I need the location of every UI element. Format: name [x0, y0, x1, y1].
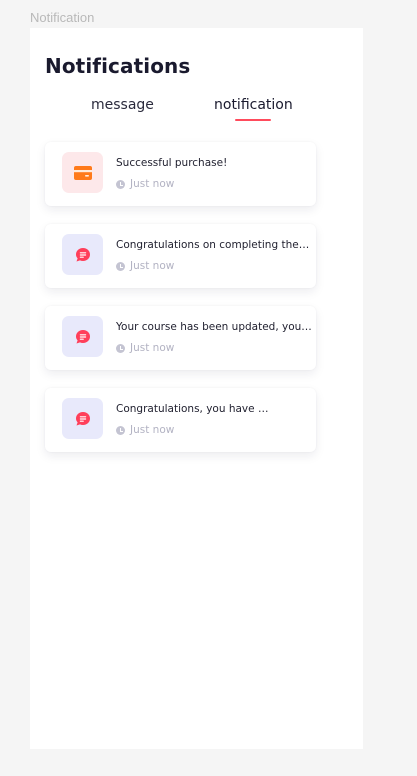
- notification-time: Just now: [116, 342, 174, 354]
- clock-icon: [116, 261, 125, 271]
- notification-time-label: Just now: [130, 424, 175, 436]
- notification-message: Successful purchase!: [116, 157, 228, 169]
- notification-time: Just now: [116, 260, 174, 272]
- tab-notification[interactable]: notification: [214, 97, 293, 113]
- notification-icon-box: [62, 398, 103, 439]
- page-title: Notifications: [45, 54, 191, 78]
- notification-item[interactable]: Your course has been updated, you … Just…: [45, 306, 316, 370]
- tab-message[interactable]: message: [91, 97, 154, 113]
- notification-message: Your course has been updated, you …: [116, 321, 312, 333]
- notifications-screen: Notifications message notification Succe…: [30, 28, 363, 749]
- notification-list: Successful purchase! Just now Congratula…: [45, 142, 316, 470]
- notification-item[interactable]: Congratulations on completing the … Just…: [45, 224, 316, 288]
- notification-icon-box: [62, 234, 103, 275]
- notification-time-label: Just now: [130, 342, 175, 354]
- chat-bubble-icon: [75, 329, 90, 343]
- clock-icon: [116, 425, 125, 435]
- notification-time: Just now: [116, 424, 174, 436]
- notification-item[interactable]: Successful purchase! Just now: [45, 142, 316, 206]
- chat-bubble-icon: [75, 411, 90, 425]
- notification-message: Congratulations, you have …: [116, 403, 269, 415]
- notification-time-label: Just now: [130, 178, 175, 190]
- clock-icon: [116, 179, 125, 189]
- notification-icon-box: [62, 316, 103, 357]
- notification-time: Just now: [116, 178, 174, 190]
- notification-message: Congratulations on completing the …: [116, 239, 312, 251]
- notification-item[interactable]: Congratulations, you have … Just now: [45, 388, 316, 452]
- active-tab-indicator: [235, 119, 271, 121]
- clock-icon: [116, 343, 125, 353]
- chat-bubble-icon: [75, 247, 90, 261]
- credit-card-icon: [73, 165, 92, 180]
- notification-time-label: Just now: [130, 260, 175, 272]
- frame-label: Notification: [30, 10, 95, 25]
- notification-icon-box: [62, 152, 103, 193]
